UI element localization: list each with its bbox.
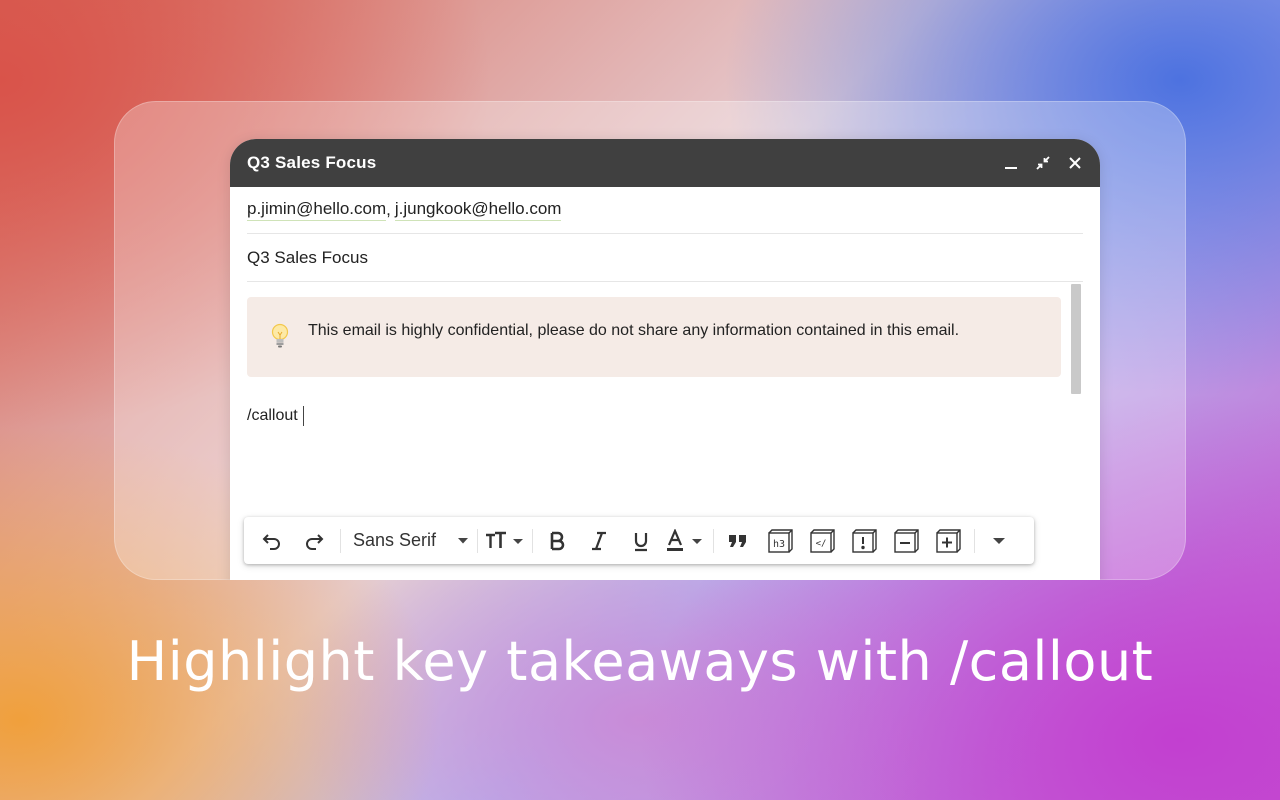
compose-window: Q3 Sales Focus p.jimin@hello.com , j.jun… <box>230 139 1100 580</box>
callout-text: This email is highly confidential, pleas… <box>308 322 960 339</box>
italic-button[interactable] <box>581 523 617 559</box>
collapse-button[interactable] <box>888 523 924 559</box>
compose-titlebar[interactable]: Q3 Sales Focus <box>230 139 1100 187</box>
chevron-down-icon <box>993 537 1005 544</box>
body-text: /callout <box>247 406 304 426</box>
undo-button[interactable] <box>254 523 290 559</box>
underline-icon <box>634 532 648 551</box>
font-family-select[interactable]: Sans Serif <box>347 523 475 559</box>
text-color-button[interactable] <box>665 523 705 559</box>
scrollbar[interactable] <box>1071 284 1081 394</box>
underline-button[interactable] <box>623 523 659 559</box>
more-options-button[interactable] <box>981 523 1017 559</box>
recipients-field[interactable]: p.jimin@hello.com , j.jungkook@hello.com <box>247 187 1083 234</box>
lightbulb-icon <box>270 322 290 350</box>
close-icon[interactable] <box>1066 154 1084 172</box>
subject-field[interactable]: Q3 Sales Focus <box>247 234 1083 282</box>
bold-icon <box>550 531 565 550</box>
compose-title: Q3 Sales Focus <box>247 153 377 172</box>
screenshot-frame: Q3 Sales Focus p.jimin@hello.com , j.jun… <box>114 101 1186 580</box>
redo-icon <box>306 533 324 550</box>
text-cursor <box>302 406 304 426</box>
toolbar-divider <box>477 528 478 553</box>
toolbar-divider <box>713 528 714 553</box>
subject-value: Q3 Sales Focus <box>247 247 368 267</box>
callout-block[interactable]: This email is highly confidential, pleas… <box>247 297 1061 377</box>
recipient-chip[interactable]: p.jimin@hello.com <box>247 199 387 221</box>
recipient-separator: , <box>386 200 391 219</box>
heading-3-icon: h3 <box>768 528 793 553</box>
plus-box-icon <box>936 528 961 553</box>
window-controls <box>1002 154 1084 172</box>
font-size-button[interactable] <box>484 523 524 559</box>
toolbar-divider <box>974 528 975 553</box>
code-button[interactable]: </ <box>804 523 840 559</box>
redo-button[interactable] <box>296 523 332 559</box>
minimize-icon[interactable] <box>1002 154 1020 172</box>
text-size-icon <box>486 531 523 548</box>
font-family-value: Sans Serif <box>353 530 437 550</box>
toolbar-divider <box>340 528 341 553</box>
alert-button[interactable] <box>846 523 882 559</box>
undo-icon <box>262 533 280 550</box>
quote-button[interactable] <box>720 523 756 559</box>
heading-3-button[interactable]: h3 <box>762 523 798 559</box>
formatting-toolbar: Sans Serif h3 </ <box>244 517 1034 564</box>
toolbar-divider <box>532 528 533 553</box>
svg-text:</: </ <box>816 539 827 549</box>
minus-box-icon <box>894 528 919 553</box>
italic-icon <box>592 531 606 550</box>
exit-fullscreen-icon[interactable] <box>1034 154 1052 172</box>
recipient-chip[interactable]: j.jungkook@hello.com <box>394 199 562 221</box>
svg-text:h3: h3 <box>773 539 785 550</box>
quote-icon <box>729 534 746 547</box>
typed-command: /callout <box>247 407 298 424</box>
text-color-icon <box>667 528 702 551</box>
expand-button[interactable] <box>930 523 966 559</box>
code-icon: </ <box>810 528 835 553</box>
alert-icon <box>852 528 877 553</box>
bold-button[interactable] <box>539 523 575 559</box>
marketing-caption: Highlight key takeaways with /callout <box>126 630 1154 693</box>
chevron-down-icon <box>458 537 468 543</box>
